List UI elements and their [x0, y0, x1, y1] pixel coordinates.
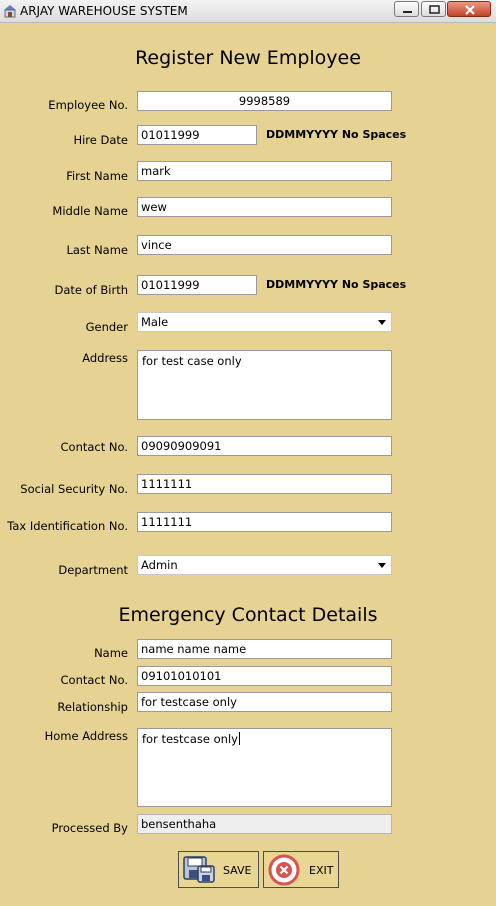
last-name-label: Last Name — [66, 243, 128, 257]
tax-identification-no-input[interactable]: 1111111 — [137, 512, 392, 532]
middle-name-label: Middle Name — [52, 204, 128, 218]
date-of-birth-label: Date of Birth — [54, 283, 129, 297]
minimize-icon — [403, 11, 412, 13]
save-button[interactable]: SAVE — [178, 851, 259, 888]
chevron-down-icon — [378, 563, 386, 568]
first-name-label: First Name — [66, 169, 128, 183]
tax-identification-no-label: Tax Identification No. — [7, 519, 128, 533]
window-title: ARJAY WAREHOUSE SYSTEM — [20, 4, 188, 18]
form-title: Register New Employee — [135, 47, 361, 69]
social-security-no-input[interactable]: 1111111 — [137, 474, 392, 494]
minimize-button[interactable] — [394, 1, 419, 17]
employee-no-input[interactable]: 9998589 — [137, 91, 392, 111]
department-label: Department — [58, 563, 128, 577]
chevron-down-icon — [378, 320, 386, 325]
emergency-name-label: Name — [94, 646, 128, 660]
text-cursor — [238, 732, 240, 745]
middle-name-input[interactable]: wew — [137, 197, 392, 217]
emergency-contact-no-label: Contact No. — [60, 673, 129, 687]
hire-date-label: Hire Date — [73, 133, 128, 147]
department-select-value: Admin — [141, 558, 178, 572]
exit-button[interactable]: EXIT — [263, 851, 339, 888]
gender-select[interactable]: Male — [137, 312, 392, 332]
social-security-no-label: Social Security No. — [20, 482, 128, 496]
hire-date-format-hint: DDMMYYYY No Spaces — [266, 128, 407, 141]
relationship-input[interactable]: for testcase only — [137, 692, 392, 712]
processed-by-label: Processed By — [51, 821, 128, 835]
date-of-birth-input[interactable]: 01011999 — [137, 275, 257, 295]
home-address-text: for testcase only — [142, 732, 238, 746]
gender-label: Gender — [85, 320, 128, 334]
save-disk-icon — [183, 856, 215, 883]
exit-button-label: EXIT — [309, 864, 334, 877]
window-title-bar: ARJAY WAREHOUSE SYSTEM — [0, 0, 496, 23]
relationship-label: Relationship — [57, 700, 128, 714]
exit-x-icon — [268, 854, 300, 886]
hire-date-input[interactable]: 01011999 — [137, 125, 257, 145]
close-icon — [465, 5, 475, 15]
save-button-label: SAVE — [223, 864, 252, 877]
first-name-input[interactable]: mark — [137, 161, 392, 181]
home-address-label: Home Address — [44, 729, 128, 743]
address-label: Address — [82, 351, 128, 365]
emergency-contact-title: Emergency Contact Details — [118, 604, 378, 626]
building-icon — [4, 5, 16, 18]
emergency-name-input[interactable]: name name name — [137, 639, 392, 659]
close-window-button[interactable] — [447, 1, 491, 17]
emergency-contact-no-input[interactable]: 09101010101 — [137, 666, 392, 686]
home-address-textarea[interactable]: for testcase only — [137, 728, 392, 807]
processed-by-field: bensenthaha — [137, 814, 392, 834]
employee-no-label: Employee No. — [48, 98, 128, 112]
last-name-input[interactable]: vince — [137, 235, 392, 255]
contact-no-label: Contact No. — [60, 440, 129, 454]
maximize-icon — [429, 5, 440, 14]
address-textarea[interactable]: for test case only — [137, 350, 392, 420]
gender-select-value: Male — [141, 315, 169, 329]
contact-no-input[interactable]: 09090909091 — [137, 436, 392, 456]
date-of-birth-format-hint: DDMMYYYY No Spaces — [266, 278, 407, 291]
maximize-button[interactable] — [421, 1, 446, 17]
department-select[interactable]: Admin — [137, 555, 392, 575]
register-employee-form: Register New Employee Employee No. 99985… — [0, 22, 496, 906]
